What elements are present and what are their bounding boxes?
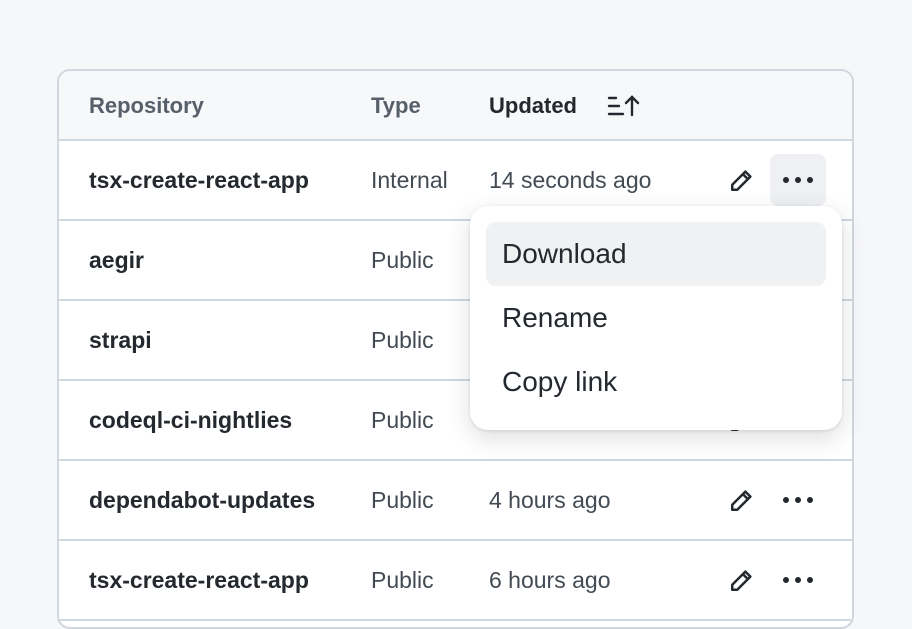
repository-name-link[interactable]: strapi [89, 325, 152, 355]
updated-time: 14 seconds ago [489, 167, 652, 193]
repository-name-link[interactable]: tsx-create-react-app [89, 165, 309, 195]
header-updated[interactable]: Updated [489, 92, 577, 120]
menu-item-download[interactable]: Download [486, 222, 826, 286]
kebab-horizontal-icon[interactable] [770, 154, 826, 206]
repository-type: Public [371, 487, 434, 513]
table-header: Repository Type Updated [59, 71, 852, 141]
page: Repository Type Updated tsx-create-react… [0, 0, 912, 629]
repository-type: Internal [371, 167, 448, 193]
repository-name-link[interactable]: aegir [89, 245, 144, 275]
repository-type: Public [371, 247, 434, 273]
pencil-icon[interactable] [721, 561, 761, 601]
menu-item-copy-link[interactable]: Copy link [486, 350, 826, 414]
menu-item-rename[interactable]: Rename [486, 286, 826, 350]
kebab-horizontal-icon[interactable] [770, 554, 826, 606]
kebab-horizontal-icon[interactable] [770, 474, 826, 526]
pencil-icon[interactable] [721, 481, 761, 521]
updated-time: 6 hours ago [489, 567, 611, 593]
table-row: dependabot-updates Public 4 hours ago [59, 461, 852, 541]
repository-name-link[interactable]: dependabot-updates [89, 485, 315, 515]
repository-type: Public [371, 407, 434, 433]
repository-type: Public [371, 327, 434, 353]
header-type[interactable]: Type [371, 92, 421, 120]
updated-time: 4 hours ago [489, 487, 611, 513]
header-repository[interactable]: Repository [89, 92, 204, 120]
row-actions-menu: Download Rename Copy link [470, 206, 842, 430]
sort-ascending-icon[interactable] [605, 91, 641, 121]
repository-name-link[interactable]: codeql-ci-nightlies [89, 405, 292, 435]
repository-type: Public [371, 567, 434, 593]
pencil-icon[interactable] [721, 161, 761, 201]
repository-name-link[interactable]: tsx-create-react-app [89, 565, 309, 595]
table-row: tsx-create-react-app Public 6 hours ago [59, 541, 852, 621]
